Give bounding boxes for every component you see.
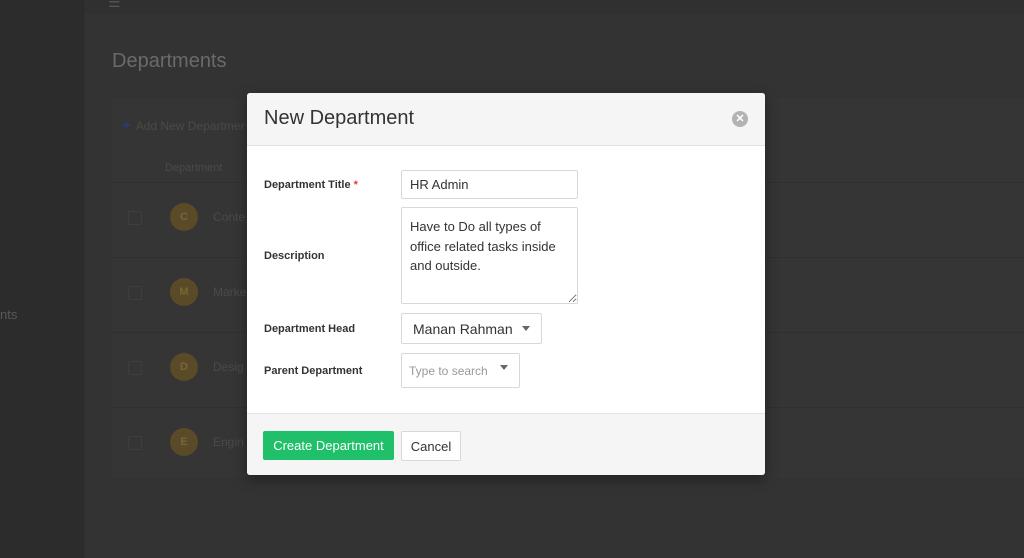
- department-head-label: Department Head: [264, 323, 356, 335]
- row-checkbox: [128, 361, 142, 375]
- menu-icon: ☰: [108, 0, 121, 10]
- parent-department-label: Parent Department: [264, 365, 363, 377]
- chevron-down-icon: [500, 365, 508, 370]
- parent-department-select[interactable]: Type to search: [401, 353, 520, 388]
- department-head-select[interactable]: Manan Rahman: [401, 313, 542, 344]
- required-mark: *: [353, 179, 358, 191]
- page-title: Departments: [112, 50, 227, 72]
- column-header: Department: [165, 162, 223, 174]
- department-head-value: Manan Rahman: [413, 321, 513, 337]
- top-bar: [84, 0, 1024, 14]
- create-department-button[interactable]: Create Department: [263, 431, 394, 460]
- department-name: Conte: [213, 210, 246, 224]
- add-department-label: Add New Departmer: [135, 119, 245, 133]
- chevron-down-icon: [522, 326, 530, 331]
- row-checkbox: [128, 436, 142, 450]
- department-name: Desig: [213, 360, 244, 374]
- modal-body: Department Title * Description Have to D…: [247, 146, 765, 413]
- department-title-input[interactable]: [401, 170, 578, 199]
- row-checkbox: [128, 211, 142, 225]
- row-checkbox: [128, 286, 142, 300]
- cancel-button[interactable]: Cancel: [401, 431, 461, 461]
- sidebar: nts: [0, 0, 84, 558]
- avatar: E: [170, 428, 198, 456]
- department-title-label: Department Title *: [264, 179, 358, 191]
- plus-icon: +: [122, 117, 131, 134]
- add-department-button: + Add New Departmer: [122, 117, 244, 134]
- department-name: Engin: [213, 435, 244, 449]
- modal-header: New Department ✕: [247, 93, 765, 146]
- avatar: D: [170, 353, 198, 381]
- department-name: Marke: [213, 285, 247, 299]
- description-textarea[interactable]: Have to Do all types of office related t…: [401, 207, 578, 304]
- avatar: M: [170, 278, 198, 306]
- new-department-modal: New Department ✕ Department Title * Desc…: [247, 93, 765, 475]
- close-icon[interactable]: ✕: [732, 111, 748, 127]
- avatar: C: [170, 203, 198, 231]
- parent-department-placeholder: Type to search: [409, 364, 488, 378]
- modal-title: New Department: [264, 107, 415, 129]
- modal-footer: Create Department Cancel: [247, 413, 765, 475]
- department-title-label-text: Department Title: [264, 179, 351, 191]
- description-label: Description: [264, 250, 325, 262]
- sidebar-item-label: nts: [0, 307, 18, 322]
